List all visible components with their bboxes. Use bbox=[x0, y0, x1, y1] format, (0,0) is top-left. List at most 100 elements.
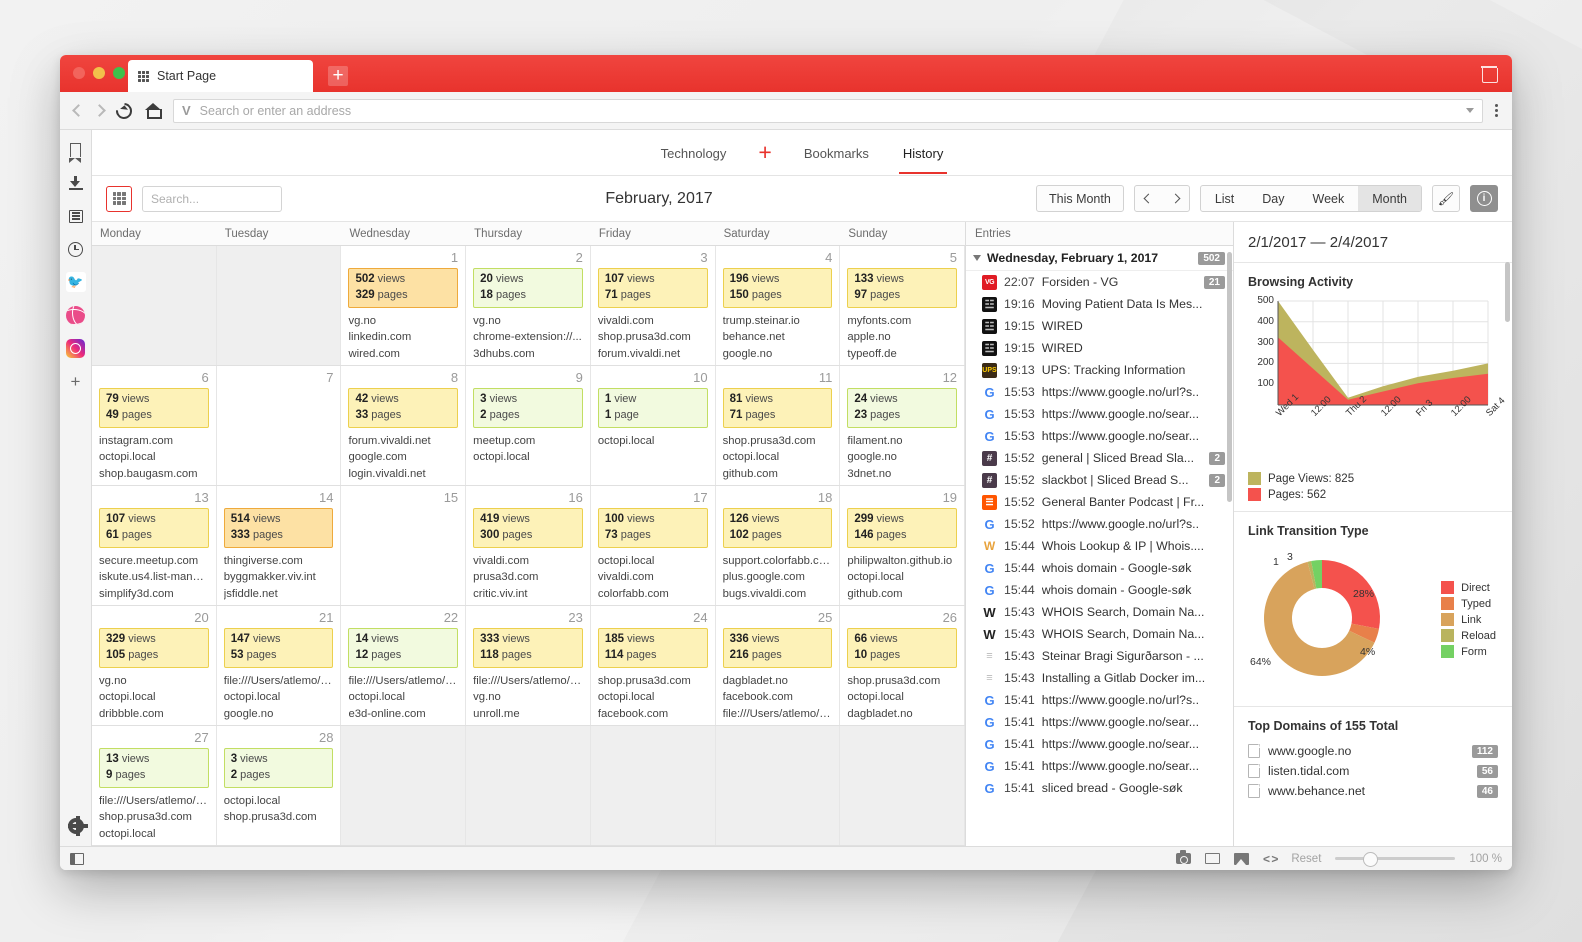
reload-button[interactable] bbox=[112, 99, 136, 122]
day-site-item[interactable]: secure.meetup.com bbox=[99, 553, 209, 569]
calendar-day-cell[interactable]: 27 13 views 9 pages file:///Users/atlemo/D.… bbox=[92, 726, 217, 845]
entry-row[interactable]: ≡ 15:43 Steinar Bragi Sigurðarson - ... bbox=[966, 645, 1233, 667]
entry-row[interactable]: ☳ 19:15 WIRED bbox=[966, 337, 1233, 359]
entry-row[interactable]: UPS 19:13 UPS: Tracking Information bbox=[966, 359, 1233, 381]
day-site-item[interactable]: shop.prusa3d.com bbox=[99, 809, 209, 825]
calendar-day-cell[interactable]: 24 185 views 114 pages shop.prusa3d.com octo… bbox=[591, 606, 716, 725]
menu-button[interactable] bbox=[1495, 104, 1498, 117]
day-site-item[interactable]: wired.com bbox=[348, 346, 458, 362]
entry-row[interactable]: G 15:53 https://www.google.no/sear... bbox=[966, 403, 1233, 425]
day-site-item[interactable]: vivaldi.com bbox=[598, 313, 708, 329]
sidebar-item-downloads[interactable] bbox=[65, 172, 87, 194]
calendar-day-cell[interactable]: 1 502 views 329 pages vg.no linkedin.com wire… bbox=[341, 246, 467, 365]
tab-bookmarks[interactable]: Bookmarks bbox=[800, 133, 873, 173]
day-site-item[interactable]: octopi.local bbox=[847, 569, 957, 585]
day-site-item[interactable]: byggmakker.viv.int bbox=[224, 569, 334, 585]
day-stats-box[interactable]: 13 views 9 pages bbox=[99, 748, 209, 789]
sidebar-item-settings[interactable] bbox=[65, 815, 88, 837]
info-button[interactable]: i bbox=[1470, 185, 1498, 212]
day-stats-box[interactable]: 502 views 329 pages bbox=[348, 268, 459, 309]
day-site-item[interactable]: myfonts.com bbox=[847, 313, 957, 329]
calendar-day-cell[interactable]: 7 bbox=[217, 366, 342, 485]
day-site-item[interactable]: vivaldi.com bbox=[473, 553, 583, 569]
day-site-item[interactable]: octopi.local bbox=[224, 793, 334, 809]
chevron-down-icon[interactable] bbox=[1466, 108, 1474, 113]
day-site-item[interactable]: vg.no bbox=[473, 689, 583, 705]
new-tab-button[interactable] bbox=[328, 66, 348, 86]
day-site-item[interactable]: file:///Users/atlemo/D... bbox=[99, 793, 209, 809]
calendar-day-cell[interactable]: 6 79 views 49 pages instagram.com octopi.loc… bbox=[92, 366, 217, 485]
entry-row[interactable]: ☳ 19:16 Moving Patient Data Is Mes... bbox=[966, 293, 1233, 315]
sidebar-item-instagram[interactable] bbox=[65, 337, 87, 359]
day-stats-box[interactable]: 14 views 12 pages bbox=[348, 628, 459, 669]
next-period-button[interactable] bbox=[1162, 186, 1189, 211]
calendar-day-cell[interactable]: 4 196 views 150 pages trump.steinar.io behan… bbox=[716, 246, 841, 365]
day-site-item[interactable]: meetup.com bbox=[473, 433, 583, 449]
top-domain-row[interactable]: www.behance.net 46 bbox=[1248, 781, 1498, 801]
calendar-day-cell[interactable]: 18 126 views 102 pages support.colorfabb.co… bbox=[716, 486, 841, 605]
day-site-item[interactable]: dribbble.com bbox=[99, 706, 209, 722]
day-site-item[interactable]: google.no bbox=[723, 346, 833, 362]
entry-row[interactable]: ☰ 15:52 General Banter Podcast | Fr... bbox=[966, 491, 1233, 513]
day-site-item[interactable]: octopi.local bbox=[99, 689, 209, 705]
view-day-button[interactable]: Day bbox=[1248, 186, 1298, 211]
entries-list[interactable]: Wednesday, February 1, 2017 502 VG 22:07 For… bbox=[966, 246, 1233, 846]
day-stats-box[interactable]: 24 views 23 pages bbox=[847, 388, 958, 429]
forward-button[interactable] bbox=[93, 104, 106, 117]
day-site-item[interactable]: login.vivaldi.net bbox=[348, 466, 458, 482]
day-stats-box[interactable]: 133 views 97 pages bbox=[847, 268, 958, 309]
day-stats-box[interactable]: 20 views 18 pages bbox=[473, 268, 583, 309]
day-site-item[interactable]: unroll.me bbox=[473, 706, 583, 722]
calendar-day-cell[interactable]: 16 419 views 300 pages vivaldi.com prusa3d.c… bbox=[466, 486, 591, 605]
view-list-button[interactable]: List bbox=[1201, 186, 1248, 211]
calendar-day-cell[interactable]: 26 66 views 10 pages shop.prusa3d.com octopi… bbox=[840, 606, 965, 725]
day-site-item[interactable]: 3dhubs.com bbox=[473, 346, 583, 362]
calendar-day-cell[interactable]: 9 3 views 2 pages meetup.com octopi.local bbox=[466, 366, 591, 485]
calendar-day-cell[interactable]: 19 299 views 146 pages philipwalton.github.… bbox=[840, 486, 965, 605]
day-site-item[interactable]: file:///Users/atlemo/D... bbox=[723, 706, 833, 722]
day-stats-box[interactable]: 299 views 146 pages bbox=[847, 508, 958, 549]
day-site-item[interactable]: google.no bbox=[847, 449, 957, 465]
entry-row[interactable]: VG 22:07 Forsiden - VG 21 bbox=[966, 271, 1233, 293]
day-site-item[interactable]: shop.baugasm.com bbox=[99, 466, 209, 482]
entry-row[interactable]: ☳ 19:15 WIRED bbox=[966, 315, 1233, 337]
day-stats-box[interactable]: 147 views 53 pages bbox=[223, 628, 334, 669]
entries-group-header[interactable]: Wednesday, February 1, 2017 502 bbox=[966, 246, 1233, 271]
calendar-day-cell[interactable]: 25 336 views 216 pages dagbladet.no facebook… bbox=[716, 606, 841, 725]
address-input[interactable]: V Search or enter an address bbox=[173, 98, 1483, 123]
day-site-item[interactable]: dagbladet.no bbox=[847, 706, 957, 722]
day-site-item[interactable]: octopi.local bbox=[473, 449, 583, 465]
day-stats-box[interactable]: 336 views 216 pages bbox=[722, 628, 833, 669]
day-site-item[interactable]: shop.prusa3d.com bbox=[598, 673, 708, 689]
day-site-item[interactable]: filament.no bbox=[847, 433, 957, 449]
sidebar-item-history[interactable] bbox=[65, 238, 87, 260]
day-site-item[interactable]: octopi.local bbox=[224, 689, 334, 705]
day-site-item[interactable]: thingiverse.com bbox=[224, 553, 334, 569]
entry-row[interactable]: #15:52 general | Sliced Bread Sla... 2 bbox=[966, 447, 1233, 469]
zoom-reset-button[interactable]: Reset bbox=[1291, 853, 1321, 865]
entry-row[interactable]: #15:52 slackbot | Sliced Bread S... 2 bbox=[966, 469, 1233, 491]
day-stats-box[interactable]: 66 views 10 pages bbox=[847, 628, 958, 669]
entry-row[interactable]: G 15:44 whois domain - Google-søk bbox=[966, 579, 1233, 601]
sidebar-item-add-panel[interactable]: + bbox=[65, 370, 87, 392]
day-site-item[interactable]: trump.steinar.io bbox=[723, 313, 833, 329]
calendar-day-cell[interactable]: 2 20 views 18 pages vg.no chrome-extension:/… bbox=[466, 246, 591, 365]
tiling-icon[interactable] bbox=[1204, 853, 1220, 864]
sidebar-item-bookmarks[interactable] bbox=[65, 139, 87, 163]
day-site-item[interactable]: google.com bbox=[348, 449, 458, 465]
previous-period-button[interactable] bbox=[1135, 186, 1162, 211]
calendar-day-cell[interactable]: 28 3 views 2 pages octopi.local shop.prusa3d… bbox=[217, 726, 342, 845]
minimize-window-button[interactable] bbox=[93, 67, 105, 79]
day-stats-box[interactable]: 107 views 61 pages bbox=[99, 508, 209, 549]
day-site-item[interactable]: support.colorfabb.co... bbox=[723, 553, 833, 569]
entry-row[interactable]: G 15:52 https://www.google.no/url?s.. bbox=[966, 513, 1233, 535]
day-site-item[interactable]: bugs.vivaldi.com bbox=[723, 586, 833, 602]
day-site-item[interactable]: shop.prusa3d.com bbox=[598, 329, 708, 345]
day-site-item[interactable]: forum.vivaldi.net bbox=[348, 433, 458, 449]
calendar-day-cell[interactable]: 5 133 views 97 pages myfonts.com apple.no typ… bbox=[840, 246, 965, 365]
day-site-item[interactable]: vg.no bbox=[348, 313, 458, 329]
entry-row[interactable]: G 15:41 sliced bread - Google-søk bbox=[966, 777, 1233, 799]
calendar-day-cell[interactable]: 14 514 views 333 pages thingiverse.com byggm… bbox=[217, 486, 342, 605]
toggle-panel-icon[interactable] bbox=[70, 852, 84, 865]
day-site-item[interactable]: prusa3d.com bbox=[473, 569, 583, 585]
